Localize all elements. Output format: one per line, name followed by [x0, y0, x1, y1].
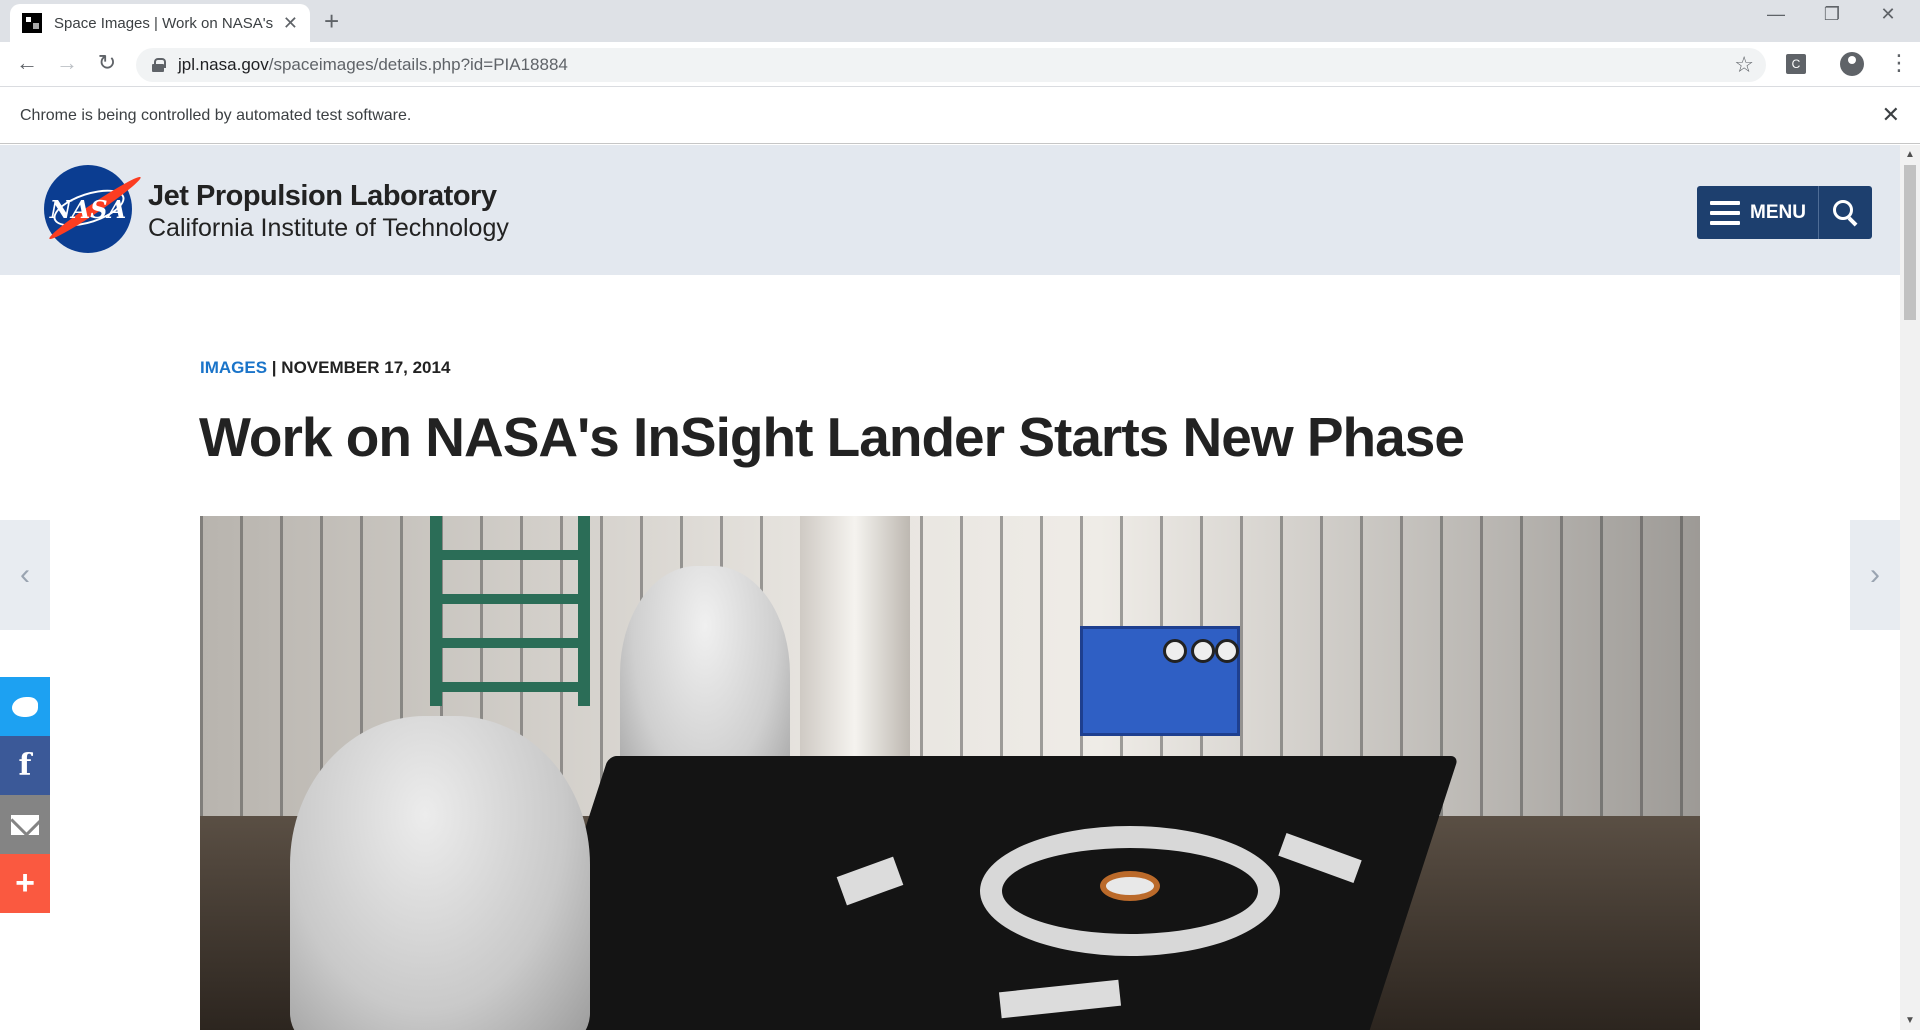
menu-label: MENU [1750, 201, 1806, 223]
tab-close-icon[interactable]: ✕ [283, 13, 298, 34]
site-title[interactable]: Jet Propulsion Laboratory [148, 180, 497, 213]
menu-button[interactable]: MENU [1697, 186, 1819, 239]
image-deck-hub [1100, 871, 1160, 901]
browser-tab[interactable]: Space Images | Work on NASA's ✕ [10, 4, 310, 42]
scroll-up-icon[interactable]: ▲ [1905, 149, 1915, 160]
close-window-button[interactable]: ✕ [1868, 4, 1908, 25]
hamburger-icon [1710, 200, 1740, 225]
site-subtitle[interactable]: California Institute of Technology [148, 214, 509, 243]
favicon-icon [22, 13, 42, 33]
image-technician-front [290, 716, 590, 1030]
browser-menu-icon[interactable]: ⋮ [1888, 50, 1910, 76]
meta-separator: | [271, 358, 277, 377]
forward-button[interactable]: → [52, 50, 82, 76]
new-tab-button[interactable]: + [324, 6, 339, 37]
image-gauge [1191, 639, 1215, 663]
carousel-next-button[interactable]: › [1850, 520, 1900, 630]
plus-icon: + [15, 864, 35, 902]
page-viewport: NASA Jet Propulsion Laboratory Californi… [0, 145, 1920, 1030]
article-title: Work on NASA's InSight Lander Starts New… [199, 406, 1465, 468]
profile-icon[interactable] [1840, 52, 1864, 76]
hero-image[interactable] [200, 516, 1700, 1030]
image-gauge [1215, 639, 1239, 663]
infobar-close-icon[interactable]: ✕ [1882, 102, 1900, 128]
browser-toolbar: ← → ↻ jpl.nasa.gov/spaceimages/details.p… [0, 42, 1920, 87]
image-ladder [430, 516, 590, 706]
scroll-down-icon[interactable]: ▼ [1905, 1015, 1915, 1026]
scroll-thumb[interactable] [1904, 165, 1916, 320]
facebook-icon: f [18, 748, 32, 783]
search-icon[interactable] [1819, 186, 1871, 239]
back-button[interactable]: ← [12, 50, 42, 76]
page-scrollbar[interactable]: ▲ ▼ [1900, 145, 1920, 1030]
logo-wordmark: NASA [49, 195, 127, 224]
article-date: NOVEMBER 17, 2014 [281, 358, 451, 377]
nasa-logo[interactable]: NASA [44, 165, 144, 253]
lock-icon[interactable] [152, 58, 166, 72]
image-gauge [1163, 639, 1187, 663]
restore-button[interactable]: ❐ [1812, 4, 1852, 25]
automation-infobar: Chrome is being controlled by automated … [0, 88, 1920, 144]
share-twitter-button[interactable] [0, 677, 50, 736]
reload-button[interactable]: ↻ [92, 50, 122, 76]
twitter-icon [12, 696, 38, 717]
url-host: jpl.nasa.gov [178, 55, 269, 74]
address-bar[interactable]: jpl.nasa.gov/spaceimages/details.php?id=… [136, 48, 1766, 82]
menu-search-button: MENU [1697, 186, 1872, 239]
infobar-text: Chrome is being controlled by automated … [20, 106, 412, 124]
image-gauge-panel [1080, 626, 1240, 736]
article-meta: IMAGES | NOVEMBER 17, 2014 [200, 358, 450, 378]
site-header: NASA Jet Propulsion Laboratory Californi… [0, 145, 1900, 275]
carousel-prev-button[interactable]: ‹ [0, 520, 50, 630]
share-email-button[interactable] [0, 795, 50, 854]
category-link[interactable]: IMAGES [200, 358, 267, 377]
mail-icon [11, 814, 39, 835]
tab-title: Space Images | Work on NASA's [54, 14, 274, 32]
minimize-button[interactable]: — [1756, 4, 1796, 25]
bookmark-star-icon[interactable]: ☆ [1734, 52, 1754, 78]
share-more-button[interactable]: + [0, 854, 50, 913]
tab-strip: Space Images | Work on NASA's ✕ + — ❐ ✕ [0, 0, 1920, 42]
share-facebook-button[interactable]: f [0, 736, 50, 795]
url-path: /spaceimages/details.php?id=PIA18884 [268, 55, 568, 74]
extension-icon[interactable]: C [1786, 54, 1806, 74]
url-text: jpl.nasa.gov/spaceimages/details.php?id=… [178, 55, 568, 75]
